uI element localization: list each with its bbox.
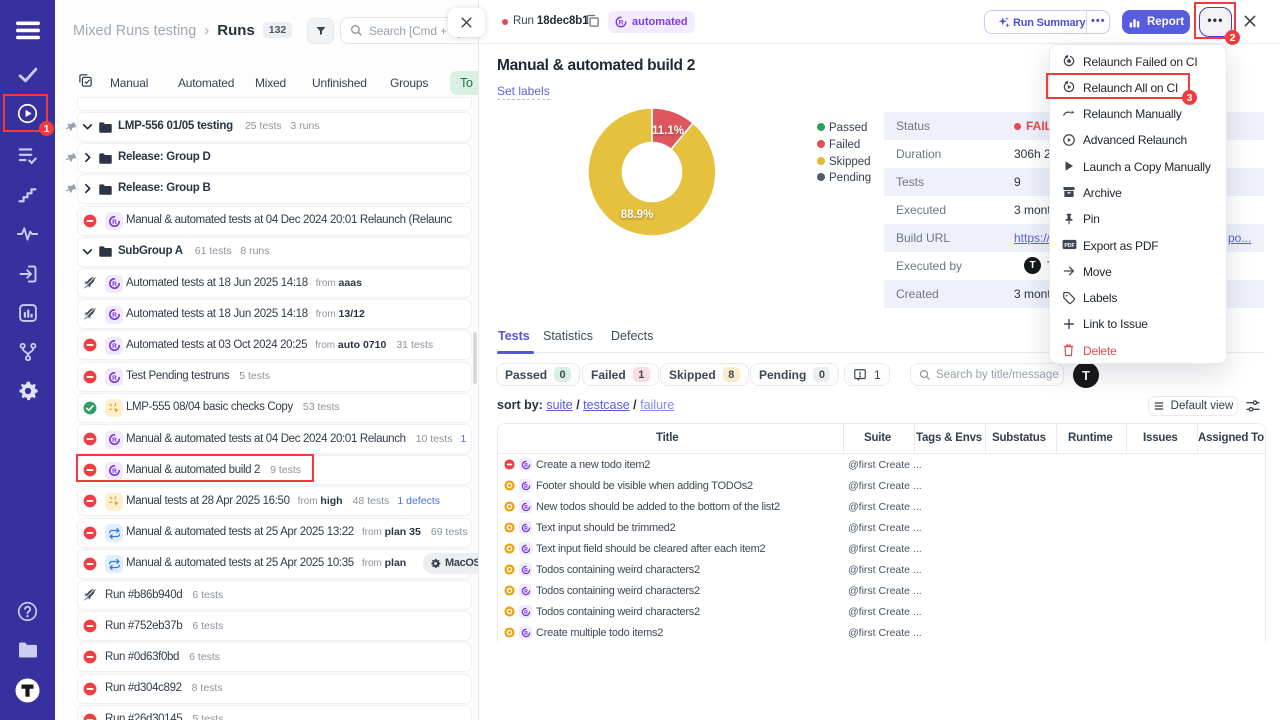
svg-text:R: R [112, 375, 117, 382]
svg-text:R: R [112, 281, 117, 288]
svg-text:11.1%: 11.1% [652, 125, 684, 137]
svg-text:R: R [524, 483, 528, 489]
svg-text:R: R [112, 219, 117, 226]
svg-text:PDF: PDF [1064, 243, 1074, 249]
svg-text:R: R [524, 462, 528, 468]
svg-text:R: R [524, 525, 528, 531]
svg-text:R: R [524, 588, 528, 594]
svg-text:R: R [524, 504, 528, 510]
svg-text:R: R [524, 609, 528, 615]
svg-text:R: R [112, 437, 117, 444]
svg-text:R: R [524, 567, 528, 573]
svg-text:R: R [112, 312, 117, 319]
svg-text:R: R [524, 630, 528, 636]
svg-text:R: R [524, 546, 528, 552]
svg-text:R: R [112, 343, 117, 350]
svg-text:R: R [619, 19, 624, 26]
svg-text:88.9%: 88.9% [621, 209, 654, 221]
